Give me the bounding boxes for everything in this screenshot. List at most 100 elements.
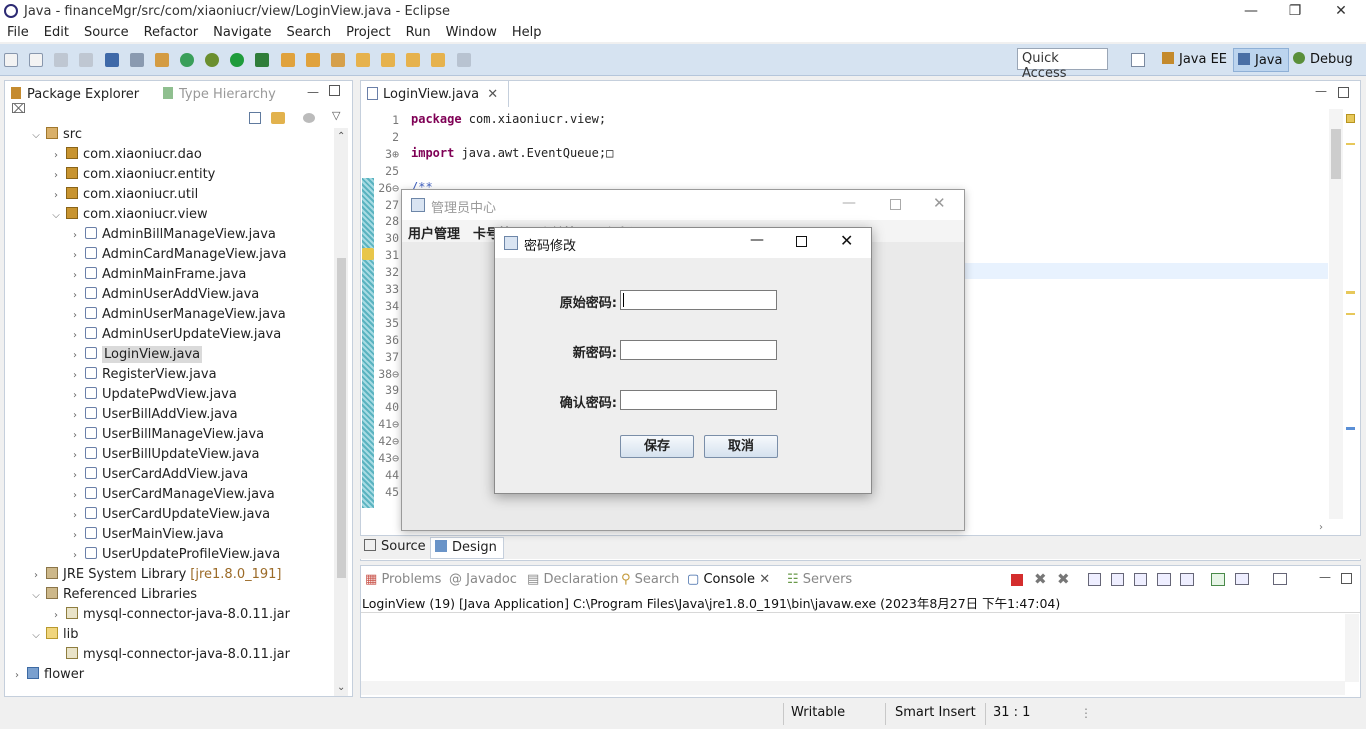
tree-item[interactable]: ⌵ Referenced Libraries — [30, 585, 197, 605]
tree-item[interactable]: › UpdatePwdView.java — [69, 385, 237, 405]
menu-refactor[interactable]: Refactor — [137, 22, 207, 40]
tree-item[interactable]: › AdminUserAddView.java — [69, 285, 259, 305]
close-icon[interactable]: ✕ — [840, 231, 853, 250]
menu-run[interactable]: Run — [399, 22, 439, 40]
tree-item[interactable]: › UserBillAddView.java — [69, 405, 238, 425]
display-console-icon[interactable] — [1235, 573, 1249, 585]
chevron-right-icon[interactable]: › — [69, 486, 81, 506]
restore-icon[interactable]: ❐ — [1285, 2, 1305, 20]
tree-item[interactable]: › mysql-connector-java-8.0.11.jar — [50, 605, 290, 625]
chevron-right-icon[interactable]: › — [69, 286, 81, 306]
menu-window[interactable]: Window — [439, 22, 505, 40]
tab-javadoc[interactable]: @ Javadoc — [449, 572, 517, 587]
tree-item[interactable]: › flower — [11, 665, 84, 685]
chevron-right-icon[interactable]: › — [69, 246, 81, 266]
chevron-right-icon[interactable]: › — [30, 566, 42, 586]
open-task-icon[interactable] — [330, 53, 345, 67]
old-password-input[interactable] — [620, 290, 777, 310]
editor-scroll-thumb[interactable] — [1331, 129, 1341, 179]
tree-item[interactable]: › AdminUserManageView.java — [69, 305, 286, 325]
chevron-right-icon[interactable]: › — [69, 346, 81, 366]
chevron-right-icon[interactable]: › — [50, 166, 62, 186]
focus-icon[interactable] — [303, 113, 315, 123]
menu-edit[interactable]: Edit — [37, 22, 77, 40]
show-stdout-icon[interactable] — [1157, 573, 1171, 586]
chevron-right-icon[interactable]: › — [69, 466, 81, 486]
confirm-password-input[interactable] — [620, 390, 777, 410]
tree-item[interactable]: › UserCardAddView.java — [69, 465, 248, 485]
remove-launch-icon[interactable]: ✖ — [1034, 570, 1047, 588]
save-button[interactable]: 保存 — [620, 435, 694, 458]
tree-item[interactable]: mysql-connector-java-8.0.11.jar — [50, 645, 290, 665]
tree-item[interactable]: › RegisterView.java — [69, 365, 217, 385]
tree-item[interactable]: › UserUpdateProfileView.java — [69, 545, 280, 565]
quick-access-input[interactable]: Quick Access — [1017, 48, 1108, 81]
tree-item[interactable]: › UserMainView.java — [69, 525, 224, 545]
scroll-down-icon[interactable]: ⌄ — [337, 682, 345, 693]
chevron-right-icon[interactable]: › — [50, 606, 62, 626]
back-icon[interactable] — [431, 53, 446, 67]
tree-item[interactable]: › AdminCardManageView.java — [69, 245, 287, 265]
tab-search[interactable]: ⚲ Search — [621, 572, 679, 587]
tree-item[interactable]: › com.xiaoniucr.util — [50, 185, 198, 205]
tree-item[interactable]: › UserBillManageView.java — [69, 425, 264, 445]
tab-declaration[interactable]: ▤ Declaration — [527, 572, 618, 587]
console-scrollbar[interactable] — [1345, 614, 1359, 682]
minimize-icon[interactable]: — — [1241, 2, 1261, 20]
close-tab-icon[interactable]: ⌧ — [11, 102, 26, 117]
minimize-icon[interactable]: — — [750, 232, 764, 248]
chevron-right-icon[interactable]: › — [69, 366, 81, 386]
chevron-right-icon[interactable]: › — [69, 386, 81, 406]
forward-icon[interactable] — [456, 53, 471, 67]
menu-project[interactable]: Project — [339, 22, 398, 40]
tree-item[interactable]: › AdminBillManageView.java — [69, 225, 276, 245]
tree-item[interactable]: › AdminMainFrame.java — [69, 265, 246, 285]
menu-help[interactable]: Help — [505, 22, 550, 40]
chevron-right-icon[interactable]: › — [69, 446, 81, 466]
close-icon[interactable]: ✕ — [933, 194, 946, 212]
open-type-icon[interactable] — [305, 53, 320, 67]
explorer-scroll-thumb[interactable] — [337, 258, 346, 578]
overview-marker-4[interactable] — [1346, 427, 1355, 430]
menu-navigate[interactable]: Navigate — [206, 22, 279, 40]
tab-servers[interactable]: ☷ Servers — [787, 572, 852, 587]
open-perspective-icon[interactable] — [1131, 53, 1145, 67]
warning-marker-icon[interactable] — [362, 248, 374, 260]
minimize-editor-icon[interactable]: — — [1315, 84, 1327, 98]
chevron-right-icon[interactable]: › — [50, 146, 62, 166]
new-icon[interactable] — [4, 53, 18, 67]
chevron-right-icon[interactable]: › — [69, 526, 81, 546]
tree-item[interactable]: ⌵ com.xiaoniucr.view — [50, 205, 208, 225]
last-edit-icon[interactable] — [406, 53, 421, 67]
minimize-view-icon[interactable]: — — [307, 85, 319, 99]
tree-item[interactable]: ⌵ lib — [30, 625, 78, 645]
perspective-java-ee[interactable]: Java EE — [1162, 52, 1227, 67]
new-java-project-icon[interactable] — [280, 53, 295, 67]
maximize-icon[interactable] — [796, 236, 807, 247]
chevron-right-icon[interactable]: › — [69, 506, 81, 526]
tree-item[interactable]: › LoginView.java — [69, 345, 203, 366]
build-icon[interactable] — [154, 53, 169, 67]
tab-console[interactable]: ▢ Console ✕ — [687, 572, 770, 587]
hscroll-right-icon[interactable]: › — [1319, 522, 1323, 533]
tree-item[interactable]: › UserCardUpdateView.java — [69, 505, 270, 525]
view-menu-icon[interactable]: ▽ — [332, 109, 340, 122]
overview-warning-icon[interactable] — [1346, 114, 1355, 123]
tree-item[interactable]: › AdminUserUpdateView.java — [69, 325, 281, 345]
minimize-icon[interactable]: — — [842, 195, 856, 211]
scroll-up-icon[interactable]: ⌃ — [337, 131, 345, 142]
skip-breakpoints-icon[interactable] — [129, 53, 144, 67]
maximize-editor-icon[interactable] — [1338, 87, 1349, 98]
tab-type-hierarchy[interactable]: Type Hierarchy — [157, 81, 276, 107]
maximize-view-icon[interactable] — [329, 85, 340, 96]
chevron-right-icon[interactable]: › — [69, 426, 81, 446]
perspective-java[interactable]: Java — [1233, 48, 1290, 72]
chevron-right-icon[interactable]: › — [69, 306, 81, 326]
tree-item[interactable]: ⌵ src — [30, 125, 82, 145]
overview-marker-3[interactable] — [1346, 313, 1355, 315]
editor-tab-loginview[interactable]: LoginView.java ✕ — [361, 81, 510, 107]
tab-source[interactable]: Source — [364, 539, 426, 554]
chevron-down-icon[interactable]: ⌵ — [30, 626, 42, 646]
perspective-debug[interactable]: Debug — [1293, 52, 1353, 67]
maximize-console-icon[interactable] — [1341, 573, 1352, 584]
